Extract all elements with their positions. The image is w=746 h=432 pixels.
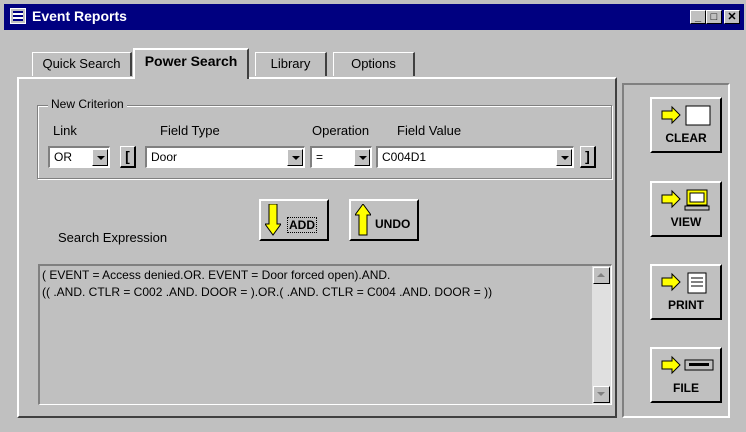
maximize-button[interactable]: □: [706, 10, 722, 24]
field-type-label: Field Type: [160, 123, 220, 138]
field-value-select[interactable]: C004D1: [376, 146, 574, 168]
expression-line-2: (( .AND. CTLR = C002 .AND. DOOR = ).OR.(…: [42, 285, 493, 299]
new-criterion-label: New Criterion: [48, 97, 127, 111]
app-icon: [10, 8, 26, 24]
operation-label: Operation: [312, 123, 370, 138]
clear-button[interactable]: CLEAR: [650, 97, 722, 153]
undo-button[interactable]: UNDO: [349, 199, 419, 241]
tab-options[interactable]: Options: [333, 52, 415, 76]
chevron-down-icon[interactable]: [92, 149, 108, 166]
event-reports-window: Event Reports _ □ ✕ Quick Search Power S…: [0, 0, 746, 432]
add-button[interactable]: ADD: [259, 199, 329, 241]
chevron-down-icon[interactable]: [354, 149, 370, 166]
link-select-value: OR: [54, 150, 72, 164]
search-expression-label: Search Expression: [58, 230, 168, 245]
scroll-up-button[interactable]: [593, 267, 610, 284]
up-arrow-icon: [355, 204, 371, 236]
view-button-label: VIEW: [670, 215, 702, 229]
close-button[interactable]: ✕: [724, 10, 740, 24]
undo-button-label: UNDO: [375, 217, 411, 231]
print-button[interactable]: PRINT: [650, 264, 722, 320]
tab-power-search[interactable]: Power Search: [133, 48, 249, 79]
triangle-down-icon: [597, 392, 605, 396]
link-label: Link: [53, 123, 77, 138]
clear-icon: [661, 105, 711, 126]
operation-select[interactable]: =: [310, 146, 372, 168]
clear-button-label: CLEAR: [665, 131, 707, 145]
tab-library[interactable]: Library: [255, 52, 327, 76]
add-button-label: ADD: [287, 217, 317, 233]
scroll-down-button[interactable]: [593, 386, 610, 403]
minimize-button[interactable]: _: [690, 10, 706, 24]
file-button-label: FILE: [673, 381, 699, 395]
disk-drive-icon: [661, 355, 714, 375]
print-button-label: PRINT: [668, 298, 704, 312]
field-value-value: C004D1: [382, 150, 427, 164]
down-arrow-icon: [265, 204, 281, 236]
monitor-icon: [661, 189, 710, 211]
field-type-value: Door: [151, 150, 178, 164]
field-value-label: Field Value: [397, 123, 462, 138]
chevron-down-icon[interactable]: [287, 149, 303, 166]
open-bracket-button[interactable]: [: [120, 146, 136, 168]
search-expression-textarea[interactable]: ( EVENT = Access denied.OR. EVENT = Door…: [38, 264, 612, 405]
field-type-select[interactable]: Door: [145, 146, 305, 168]
view-button[interactable]: VIEW: [650, 181, 722, 237]
expression-line-1: ( EVENT = Access denied.OR. EVENT = Door…: [42, 268, 391, 282]
title-bar[interactable]: Event Reports _ □ ✕: [4, 4, 744, 30]
link-select[interactable]: OR: [48, 146, 110, 168]
document-icon: [661, 272, 707, 294]
close-bracket-button[interactable]: ]: [580, 146, 596, 168]
chevron-down-icon[interactable]: [556, 149, 572, 166]
operation-value: =: [316, 150, 324, 164]
file-button[interactable]: FILE: [650, 347, 722, 403]
window-title: Event Reports: [32, 8, 127, 24]
vertical-scrollbar[interactable]: [592, 266, 611, 404]
tab-quick-search[interactable]: Quick Search: [32, 52, 132, 76]
triangle-up-icon: [597, 273, 605, 277]
